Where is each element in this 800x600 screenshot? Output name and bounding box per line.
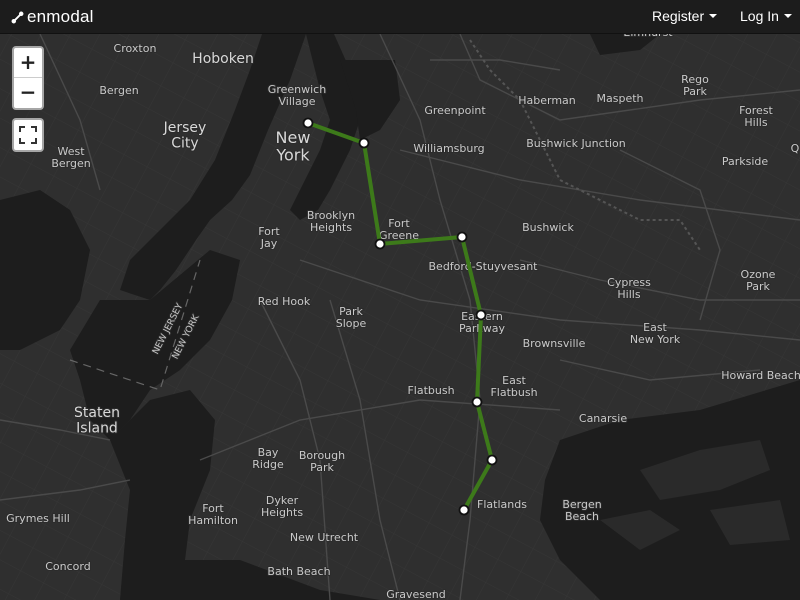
login-label: Log In xyxy=(740,8,779,24)
map-label: Rego Park xyxy=(681,73,709,98)
map-label: New Utrecht xyxy=(290,531,359,544)
map-label: Brownsville xyxy=(523,337,586,350)
map-label: Bedford-Stuyvesant xyxy=(429,260,539,273)
brand-logo[interactable]: enmodal xyxy=(11,7,94,27)
fullscreen-button[interactable] xyxy=(12,118,44,152)
map-label: Greenpoint xyxy=(424,104,486,117)
map-label: Gravesend xyxy=(386,588,446,600)
brand-name: enmodal xyxy=(27,7,94,26)
zoom-control: + − xyxy=(12,46,44,110)
station-marker[interactable] xyxy=(374,238,386,250)
zoom-in-button[interactable]: + xyxy=(14,48,42,78)
caret-down-icon xyxy=(783,14,792,18)
map-label: Parkside xyxy=(722,155,769,168)
station-marker[interactable] xyxy=(471,396,483,408)
map-label: Flatlands xyxy=(477,498,527,511)
map-label: Q xyxy=(791,142,800,155)
map-label: Williamsburg xyxy=(413,142,484,155)
caret-down-icon xyxy=(709,14,718,18)
map-label: Concord xyxy=(45,560,90,573)
map-label: Bushwick xyxy=(522,221,574,234)
map-label: Bergen xyxy=(99,84,138,97)
map-label: Dyker Heights xyxy=(261,494,303,519)
register-label: Register xyxy=(652,8,705,24)
map-label: Maspeth xyxy=(597,92,644,105)
register-dropdown[interactable]: Register xyxy=(652,8,718,24)
map-label: Canarsie xyxy=(579,412,627,425)
map-label: Brooklyn Heights xyxy=(307,209,355,234)
map-label: Staten Island xyxy=(74,405,120,436)
map-label: Haberman xyxy=(518,94,576,107)
map-label: Red Hook xyxy=(258,295,311,308)
map-label: Elmhurst xyxy=(623,34,673,39)
map-label: Bergen Beach xyxy=(562,498,601,523)
enmodal-logo-icon xyxy=(11,11,24,23)
map-label: New York xyxy=(275,128,310,165)
login-dropdown[interactable]: Log In xyxy=(740,8,792,24)
zoom-out-button[interactable]: − xyxy=(14,78,42,107)
fullscreen-icon xyxy=(19,126,37,144)
station-marker[interactable] xyxy=(458,504,470,516)
map-label: Croxton xyxy=(114,42,157,55)
map-canvas[interactable]: Croxton Hoboken GreenwichVillage Elmhurs… xyxy=(0,34,800,600)
station-marker[interactable] xyxy=(456,231,468,243)
station-marker[interactable] xyxy=(358,137,370,149)
map-label: Flatbush xyxy=(407,384,454,397)
map-label: Bushwick Junction xyxy=(526,137,626,150)
map-label: Park Slope xyxy=(336,305,367,330)
top-navbar: enmodal Register Log In xyxy=(0,0,800,34)
station-marker[interactable] xyxy=(486,454,498,466)
map-label: Bath Beach xyxy=(267,565,330,578)
station-marker[interactable] xyxy=(302,117,314,129)
map-label: Hoboken xyxy=(192,51,254,67)
map-label: Grymes Hill xyxy=(6,512,70,525)
map-label: Fort Jay xyxy=(258,225,280,250)
station-marker[interactable] xyxy=(475,309,487,321)
map-label: Howard Beach xyxy=(721,369,800,382)
